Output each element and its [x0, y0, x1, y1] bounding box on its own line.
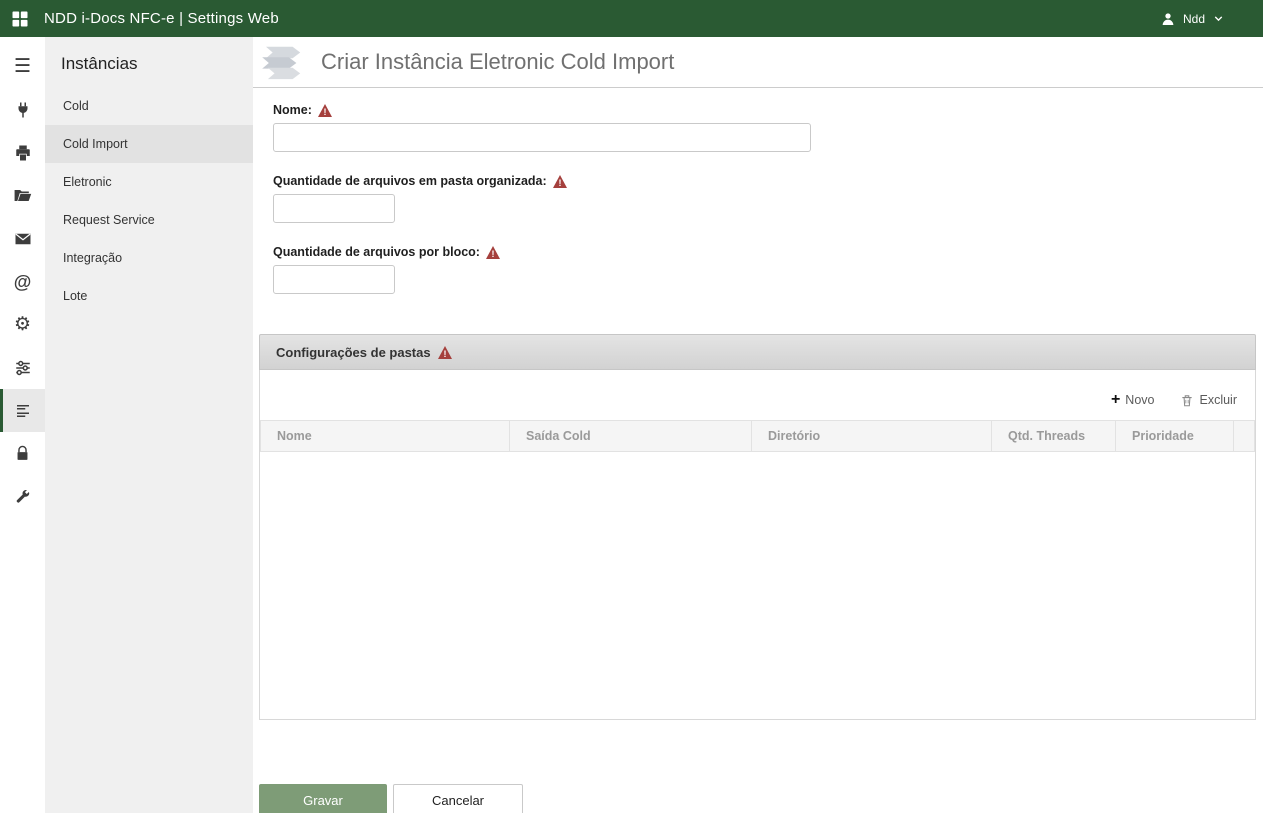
plus-icon: + [1111, 392, 1120, 408]
cancelar-button[interactable]: Cancelar [393, 784, 523, 813]
qtd-pasta-label: Quantidade de arquivos em pasta organiza… [273, 174, 1256, 188]
qtd-pasta-field: Quantidade de arquivos em pasta organiza… [273, 174, 1256, 223]
svg-text:!: ! [491, 249, 494, 259]
novo-button[interactable]: + Novo [1111, 392, 1155, 408]
page-header: Criar Instância Eletronic Cold Import [253, 37, 1263, 88]
sidebar-item-lote[interactable]: Lote [45, 277, 253, 315]
pastas-table: Nome Saída Cold Diretório Qtd. Threads P… [260, 420, 1255, 452]
mail-icon[interactable] [0, 217, 45, 260]
required-warning-icon: ! [553, 175, 567, 188]
column-header-saida-cold[interactable]: Saída Cold [510, 421, 752, 452]
wrench-icon[interactable] [0, 475, 45, 518]
required-warning-icon: ! [318, 104, 332, 117]
qtd-bloco-label: Quantidade de arquivos por bloco: ! [273, 245, 1256, 259]
app-title: NDD i-Docs NFC-e | Settings Web [44, 10, 279, 27]
app-grid-icon[interactable] [10, 9, 30, 29]
lock-icon[interactable] [0, 432, 45, 475]
user-menu[interactable]: Ndd [1160, 11, 1225, 27]
table-header-row: Nome Saída Cold Diretório Qtd. Threads P… [261, 421, 1255, 452]
column-header-spacer [1234, 421, 1255, 452]
page-title: Criar Instância Eletronic Cold Import [321, 49, 674, 75]
required-warning-icon: ! [486, 246, 500, 259]
at-icon[interactable]: @ [0, 260, 45, 303]
nome-label: Nome: ! [273, 103, 1256, 117]
svg-text:!: ! [323, 107, 326, 117]
pastas-panel: + Novo Excluir [259, 370, 1256, 720]
sidebar-item-integracao[interactable]: Integração [45, 239, 253, 277]
form-actions: Gravar Cancelar [259, 784, 1256, 813]
column-header-qtd-threads[interactable]: Qtd. Threads [992, 421, 1116, 452]
gear-icon[interactable]: ⚙ [0, 303, 45, 346]
sidebar-item-cold[interactable]: Cold [45, 87, 253, 125]
instances-icon[interactable] [0, 389, 45, 432]
column-header-diretorio[interactable]: Diretório [752, 421, 992, 452]
table-empty-body [260, 452, 1255, 719]
sidebar-title: Instâncias [45, 37, 253, 87]
pastas-toolbar: + Novo Excluir [260, 370, 1255, 420]
icon-rail: ☰ @ ⚙ [0, 37, 45, 813]
column-header-prioridade[interactable]: Prioridade [1116, 421, 1234, 452]
pastas-section-header: Configurações de pastas ! [259, 334, 1256, 370]
nome-field: Nome: ! [273, 103, 1256, 152]
required-warning-icon: ! [438, 346, 452, 359]
chevron-down-icon [1212, 12, 1225, 25]
svg-text:!: ! [443, 349, 446, 359]
column-header-nome[interactable]: Nome [261, 421, 510, 452]
topbar: NDD i-Docs NFC-e | Settings Web Ndd [0, 0, 1263, 37]
sidebar-item-request-service[interactable]: Request Service [45, 201, 253, 239]
qtd-pasta-input[interactable] [273, 194, 395, 223]
qtd-bloco-field: Quantidade de arquivos por bloco: ! [273, 245, 1256, 294]
svg-text:!: ! [558, 178, 561, 188]
main-content: Criar Instância Eletronic Cold Import No… [253, 37, 1263, 813]
gravar-button[interactable]: Gravar [259, 784, 387, 813]
qtd-bloco-input[interactable] [273, 265, 395, 294]
sidebar-item-cold-import[interactable]: Cold Import [45, 125, 253, 163]
nome-input[interactable] [273, 123, 811, 152]
plug-icon[interactable] [0, 88, 45, 131]
user-name: Ndd [1183, 12, 1205, 26]
excluir-button[interactable]: Excluir [1180, 393, 1237, 408]
menu-icon[interactable]: ☰ [0, 45, 45, 88]
trash-icon [1180, 393, 1194, 408]
sidebar-item-eletronic[interactable]: Eletronic [45, 163, 253, 201]
user-icon [1160, 11, 1176, 27]
sliders-icon[interactable] [0, 346, 45, 389]
folder-icon[interactable] [0, 174, 45, 217]
printer-icon[interactable] [0, 131, 45, 174]
document-flow-icon [259, 43, 311, 81]
sidebar: Instâncias Cold Cold Import Eletronic Re… [45, 37, 253, 813]
